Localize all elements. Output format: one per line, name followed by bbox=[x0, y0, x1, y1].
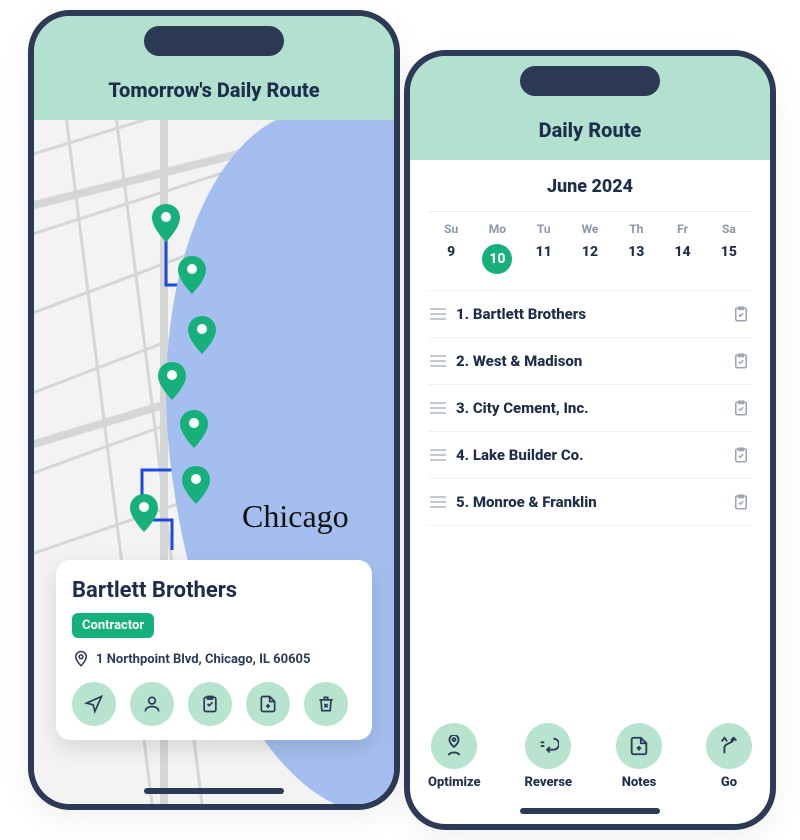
map-pin[interactable] bbox=[180, 410, 208, 448]
phone-tomorrow-route: Tomorrow's Daily Route Chicago bbox=[28, 10, 400, 810]
clipboard-check-icon[interactable] bbox=[732, 305, 750, 323]
stop-label: 5. Monroe & Franklin bbox=[456, 493, 722, 511]
map-pin[interactable] bbox=[130, 494, 158, 532]
stop-row[interactable]: 1. Bartlett Brothers bbox=[428, 291, 752, 338]
map-pin[interactable] bbox=[152, 204, 180, 242]
reverse-icon bbox=[525, 723, 571, 769]
home-indicator bbox=[520, 808, 660, 814]
device-notch bbox=[520, 66, 660, 96]
go-button[interactable]: Go bbox=[706, 723, 752, 790]
optimize-icon bbox=[431, 723, 477, 769]
go-icon bbox=[706, 723, 752, 769]
stop-label: 2. West & Madison bbox=[456, 352, 722, 370]
map-city-label: Chicago bbox=[242, 498, 349, 535]
map-pin[interactable] bbox=[158, 362, 186, 400]
bottom-action-bar: Optimize Reverse Notes Go bbox=[428, 723, 752, 790]
map-pin[interactable] bbox=[188, 316, 216, 354]
dow-label: Mo bbox=[474, 212, 520, 238]
home-indicator bbox=[144, 788, 284, 794]
reverse-button[interactable]: Reverse bbox=[525, 723, 573, 790]
action-label: Reverse bbox=[525, 775, 573, 790]
dow-label: We bbox=[567, 212, 613, 238]
calendar-month: June 2024 bbox=[428, 160, 752, 212]
drag-handle-icon[interactable] bbox=[430, 449, 446, 461]
stop-detail-card: Bartlett Brothers Contractor 1 Northpoin… bbox=[56, 560, 372, 740]
clipboard-check-icon[interactable] bbox=[732, 399, 750, 417]
stop-address: 1 Northpoint Blvd, Chicago, IL 60605 bbox=[96, 652, 310, 667]
notes-button[interactable]: Notes bbox=[616, 723, 662, 790]
notes-icon bbox=[616, 723, 662, 769]
route-map[interactable]: Chicago Bartlett Brothers Contractor 1 N… bbox=[34, 120, 394, 804]
dow-label: Sa bbox=[706, 212, 752, 238]
dow-label: Su bbox=[428, 212, 474, 238]
calendar-day-selected[interactable]: 10 bbox=[474, 238, 520, 290]
stop-label: 1. Bartlett Brothers bbox=[456, 305, 722, 323]
stop-label: 3. City Cement, Inc. bbox=[456, 399, 722, 417]
drag-handle-icon[interactable] bbox=[430, 355, 446, 367]
calendar-day[interactable]: 9 bbox=[428, 238, 474, 290]
map-pin[interactable] bbox=[182, 466, 210, 504]
stop-row[interactable]: 5. Monroe & Franklin bbox=[428, 479, 752, 526]
add-note-button[interactable] bbox=[246, 682, 290, 726]
stop-name: Bartlett Brothers bbox=[72, 578, 356, 603]
clipboard-check-icon[interactable] bbox=[732, 352, 750, 370]
device-notch bbox=[144, 26, 284, 56]
stop-type-badge: Contractor bbox=[72, 613, 154, 638]
calendar-day[interactable]: 11 bbox=[521, 238, 567, 290]
drag-handle-icon[interactable] bbox=[430, 308, 446, 320]
calendar-day[interactable]: 12 bbox=[567, 238, 613, 290]
navigate-button[interactable] bbox=[72, 682, 116, 726]
contact-button[interactable] bbox=[130, 682, 174, 726]
location-icon bbox=[72, 650, 90, 668]
action-label: Optimize bbox=[428, 775, 481, 790]
stop-row[interactable]: 4. Lake Builder Co. bbox=[428, 432, 752, 479]
calendar-dow-row: Su Mo Tu We Th Fr Sa bbox=[428, 212, 752, 238]
calendar-days-row: 9 10 11 12 13 14 15 bbox=[428, 238, 752, 290]
dow-label: Tu bbox=[521, 212, 567, 238]
drag-handle-icon[interactable] bbox=[430, 496, 446, 508]
phone-daily-route: Daily Route June 2024 Su Mo Tu We Th Fr … bbox=[404, 50, 776, 830]
calendar-day[interactable]: 14 bbox=[659, 238, 705, 290]
calendar-day[interactable]: 13 bbox=[613, 238, 659, 290]
checklist-button[interactable] bbox=[188, 682, 232, 726]
action-label: Notes bbox=[622, 775, 657, 790]
calendar-day[interactable]: 15 bbox=[706, 238, 752, 290]
dow-label: Th bbox=[613, 212, 659, 238]
stop-label: 4. Lake Builder Co. bbox=[456, 446, 722, 464]
clipboard-check-icon[interactable] bbox=[732, 493, 750, 511]
map-pin[interactable] bbox=[178, 256, 206, 294]
action-label: Go bbox=[721, 775, 737, 790]
delete-button[interactable] bbox=[304, 682, 348, 726]
stops-list: 1. Bartlett Brothers 2. West & Madison 3. … bbox=[428, 290, 752, 526]
optimize-button[interactable]: Optimize bbox=[428, 723, 481, 790]
drag-handle-icon[interactable] bbox=[430, 402, 446, 414]
dow-label: Fr bbox=[659, 212, 705, 238]
stop-row[interactable]: 2. West & Madison bbox=[428, 338, 752, 385]
clipboard-check-icon[interactable] bbox=[732, 446, 750, 464]
stop-row[interactable]: 3. City Cement, Inc. bbox=[428, 385, 752, 432]
